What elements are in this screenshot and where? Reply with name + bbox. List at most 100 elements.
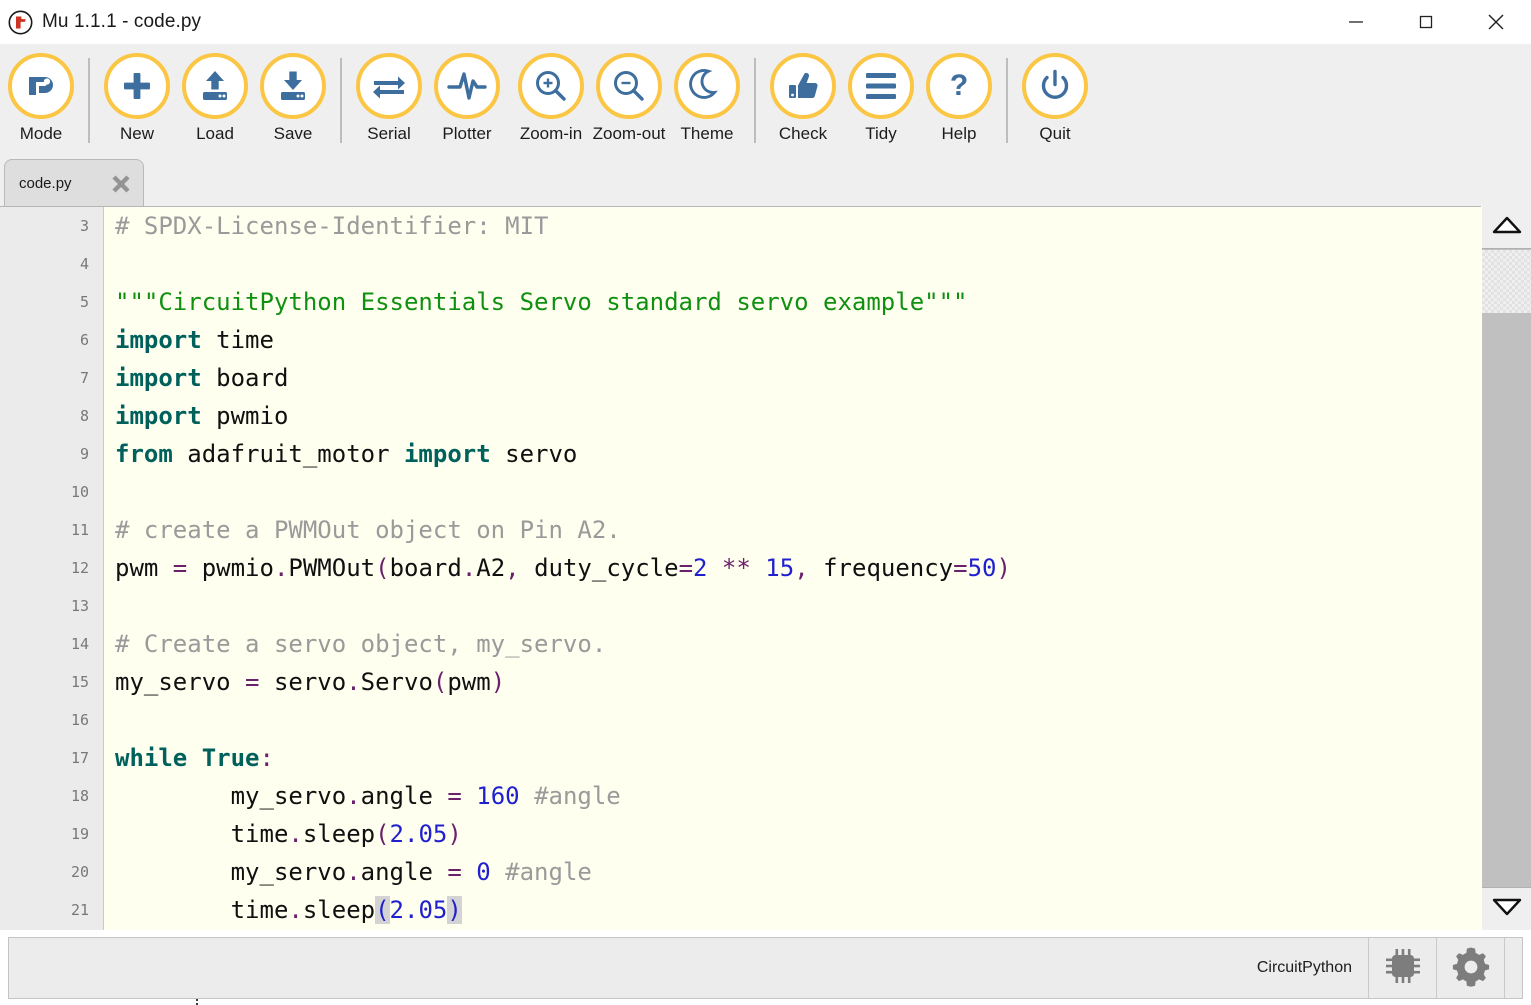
code-token: # Create a servo object, my_servo.: [115, 630, 606, 658]
code-line[interactable]: my_servo.angle = 0 #angle: [105, 853, 1481, 891]
code-line[interactable]: time.sleep(2.05): [105, 891, 1481, 929]
code-token: my_servo: [115, 782, 346, 810]
tab-label: code.py: [19, 175, 99, 192]
code-line[interactable]: my_servo = servo.Servo(pwm): [105, 663, 1481, 701]
minimize-button[interactable]: [1321, 0, 1391, 44]
settings-button[interactable]: [1436, 938, 1504, 998]
toolbar-button-plotter[interactable]: Plotter: [428, 44, 506, 155]
code-token: sleep: [303, 896, 375, 924]
code-token: my_servo: [115, 858, 346, 886]
code-token: # SPDX-License-Identifier: MIT: [115, 212, 548, 240]
line-number: 19: [0, 815, 103, 853]
code-token: A2: [476, 554, 505, 582]
code-token: (: [375, 896, 389, 924]
code-token: frequency: [809, 554, 954, 582]
vertical-scrollbar[interactable]: [1481, 206, 1531, 930]
scroll-up-button[interactable]: [1482, 206, 1531, 249]
code-token: [187, 744, 201, 772]
gear-icon: [1449, 944, 1493, 993]
code-line[interactable]: [105, 473, 1481, 511]
code-token: import: [115, 326, 202, 354]
code-token: [520, 782, 534, 810]
scrollbar-thumb[interactable]: [1482, 250, 1531, 313]
code-line[interactable]: pwm = pwmio.PWMOut(board.A2, duty_cycle=…: [105, 549, 1481, 587]
code-token: ,: [505, 554, 519, 582]
close-button[interactable]: [1461, 0, 1531, 44]
code-token: sleep: [303, 820, 375, 848]
toolbar-button-zoom-in[interactable]: Zoom-in: [512, 44, 590, 155]
title-bar-left: Mu 1.1.1 - code.py: [0, 10, 201, 35]
toolbar-label: Tidy: [865, 124, 897, 144]
window-controls: [1321, 0, 1531, 44]
status-bar: CircuitPython: [8, 937, 1523, 999]
tab-bar: code.py: [0, 155, 1531, 207]
code-token: 50: [968, 554, 997, 582]
code-token: import: [404, 440, 491, 468]
toolbar-button-check[interactable]: Check: [764, 44, 842, 155]
code-token: .: [288, 820, 302, 848]
toolbar-button-tidy[interactable]: Tidy: [842, 44, 920, 155]
toolbar-label: New: [120, 124, 154, 144]
code-token: [462, 858, 476, 886]
code-line[interactable]: import time: [105, 321, 1481, 359]
code-line[interactable]: import board: [105, 359, 1481, 397]
code-line[interactable]: [105, 701, 1481, 739]
waveform-icon: [434, 53, 500, 119]
toolbar-button-help[interactable]: ? Help: [920, 44, 998, 155]
code-token: from: [115, 440, 173, 468]
line-number: 16: [0, 701, 103, 739]
code-token: 2.05: [390, 820, 448, 848]
close-icon[interactable]: [109, 172, 133, 196]
toolbar-label: Plotter: [442, 124, 491, 144]
toolbar-button-save[interactable]: Save: [254, 44, 332, 155]
code-line[interactable]: my_servo.angle = 160 #angle: [105, 777, 1481, 815]
line-number: 12: [0, 549, 103, 587]
download-icon: [260, 53, 326, 119]
code-line[interactable]: time.sleep(2.05): [105, 815, 1481, 853]
code-line[interactable]: """CircuitPython Essentials Servo standa…: [105, 283, 1481, 321]
tab-code-py[interactable]: code.py: [4, 159, 144, 207]
magnifier-minus-icon: [596, 53, 662, 119]
code-editor[interactable]: # SPDX-License-Identifier: MIT """Circuit…: [105, 207, 1481, 930]
code-token: **: [707, 554, 765, 582]
code-line[interactable]: [105, 587, 1481, 625]
toolbar-button-mode[interactable]: Mode: [2, 44, 80, 155]
code-line[interactable]: while True:: [105, 739, 1481, 777]
line-number: 15: [0, 663, 103, 701]
toolbar-button-zoom-out[interactable]: Zoom-out: [590, 44, 668, 155]
code-token: # create a PWMOut object on Pin A2.: [115, 516, 621, 544]
toolbar-separator: [1006, 58, 1008, 143]
code-line[interactable]: [105, 245, 1481, 283]
toolbar-separator: [88, 58, 90, 143]
code-token: [462, 782, 476, 810]
line-number: 20: [0, 853, 103, 891]
code-token: True: [202, 744, 260, 772]
code-token: =: [953, 554, 967, 582]
window-title: Mu 1.1.1 - code.py: [42, 11, 201, 33]
microchip-icon: [1382, 945, 1424, 992]
toolbar-label: Zoom-out: [593, 124, 666, 144]
upload-icon: [182, 53, 248, 119]
code-line[interactable]: import pwmio: [105, 397, 1481, 435]
code-token: time: [202, 326, 274, 354]
code-token: 0: [476, 858, 490, 886]
toolbar-button-new[interactable]: New: [98, 44, 176, 155]
scroll-down-button[interactable]: [1482, 887, 1531, 930]
toolbar-button-serial[interactable]: Serial: [350, 44, 428, 155]
code-line[interactable]: # create a PWMOut object on Pin A2.: [105, 511, 1481, 549]
toolbar-button-quit[interactable]: Quit: [1016, 44, 1094, 155]
toolbar-separator: [340, 58, 342, 143]
triangle-up-icon: [1492, 215, 1522, 240]
device-status-button[interactable]: [1368, 938, 1436, 998]
code-line[interactable]: # Create a servo object, my_servo.: [105, 625, 1481, 663]
code-line[interactable]: from adafruit_motor import servo: [105, 435, 1481, 473]
maximize-button[interactable]: [1391, 0, 1461, 44]
toolbar-button-theme[interactable]: Theme: [668, 44, 746, 155]
code-line[interactable]: # SPDX-License-Identifier: MIT: [105, 207, 1481, 245]
toolbar-button-load[interactable]: Load: [176, 44, 254, 155]
line-number: 6: [0, 321, 103, 359]
code-token: import: [115, 364, 202, 392]
code-token: #angle: [534, 782, 621, 810]
toolbar-label: Zoom-in: [520, 124, 582, 144]
toolbar-label: Check: [779, 124, 827, 144]
